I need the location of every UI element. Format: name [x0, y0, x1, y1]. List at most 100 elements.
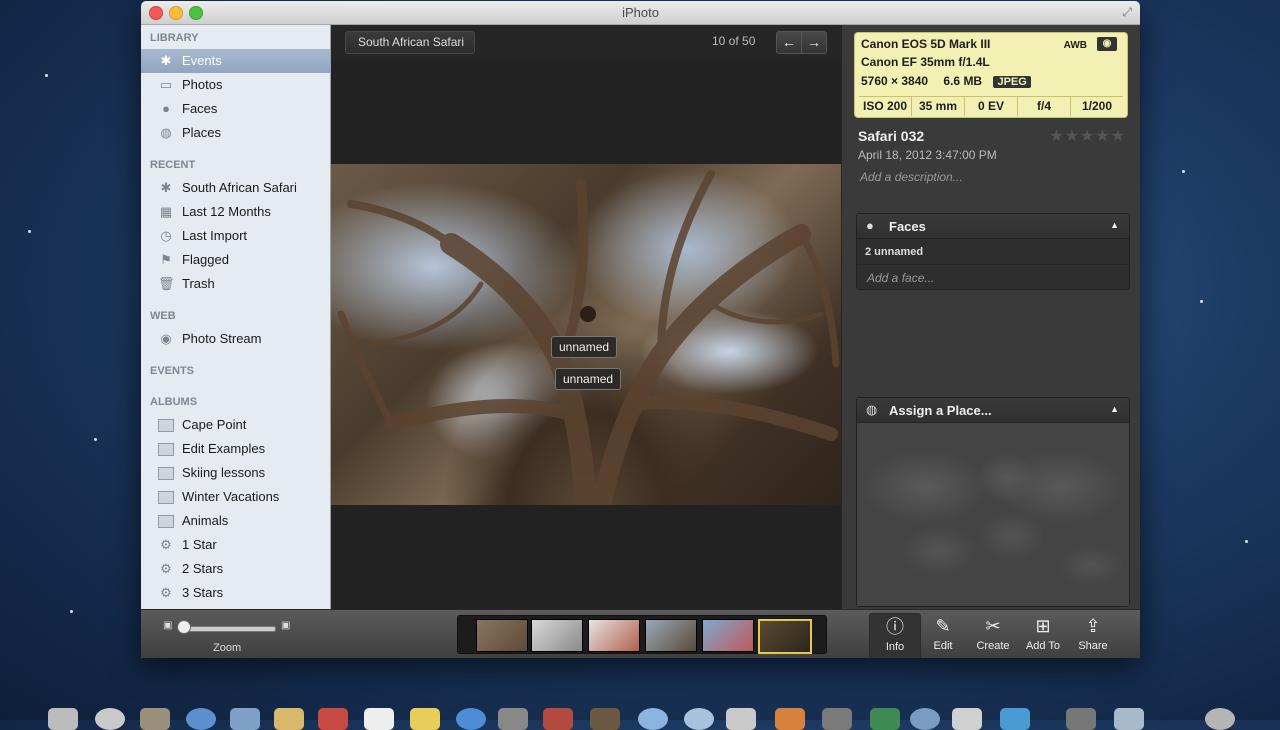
dock-app-store-icon[interactable]	[456, 708, 486, 730]
filmstrip-thumbnail[interactable]	[476, 619, 528, 652]
photo-date[interactable]: April 18, 2012 3:47:00 PM	[858, 148, 997, 162]
zoom-slider[interactable]	[184, 626, 276, 632]
star-decoration	[1200, 300, 1203, 303]
clock-icon: ◷	[160, 228, 172, 243]
faces-panel-header[interactable]: ● Faces ▲	[857, 214, 1129, 239]
dock-app-icon[interactable]	[543, 708, 573, 730]
dock-app-icon[interactable]	[498, 708, 528, 730]
filmstrip[interactable]	[457, 615, 827, 654]
dock-app-icon[interactable]	[140, 708, 170, 730]
dock-app-icon[interactable]	[910, 708, 940, 730]
sidebar-item-winter-vacations[interactable]: Winter Vacations	[141, 485, 330, 509]
dock-iphoto-icon[interactable]	[590, 708, 620, 730]
next-arrow-icon[interactable]: →	[801, 31, 827, 54]
dock-app-icon[interactable]	[1066, 708, 1096, 730]
sidebar-item-faces[interactable]: ● Faces	[141, 97, 330, 121]
exposure-bias: 0 EV	[965, 97, 1018, 116]
tool-label: Share	[1078, 640, 1108, 652]
create-button[interactable]: ✂ Create	[968, 613, 1018, 657]
star-decoration	[70, 610, 73, 613]
sidebar-item-photos[interactable]: ▭ Photos	[141, 73, 330, 97]
sidebar-item-places[interactable]: ◍ Places	[141, 121, 330, 145]
zoom-in-icon[interactable]: ▣	[281, 620, 290, 631]
fullscreen-icon[interactable]: ⤢	[1122, 5, 1132, 20]
dock-app-icon[interactable]	[1114, 708, 1144, 730]
sidebar-item-south-african-safari[interactable]: ✱ South African Safari	[141, 176, 330, 200]
dock-trash-icon[interactable]	[1205, 708, 1235, 730]
sidebar-item-cape-point[interactable]: Cape Point	[141, 413, 330, 437]
filmstrip-thumbnail[interactable]	[645, 619, 697, 652]
face-tag-label[interactable]: unnamed	[551, 336, 618, 358]
sidebar-item-skiing-lessons[interactable]: Skiing lessons	[141, 461, 330, 485]
title-bar[interactable]: iPhoto ⤢	[141, 1, 1140, 25]
info-button[interactable]: ⓘ Info	[869, 613, 921, 658]
sidebar-item-1-star[interactable]: ⚙ 1 Star	[141, 533, 330, 557]
sidebar-item-last-12-months[interactable]: ▦ Last 12 Months	[141, 200, 330, 224]
album-icon	[158, 465, 174, 481]
star-decoration	[1245, 540, 1248, 543]
sidebar-item-2-stars[interactable]: ⚙ 2 Stars	[141, 557, 330, 581]
breadcrumb-back-button[interactable]: South African Safari	[345, 31, 476, 54]
dock-app-icon[interactable]	[684, 708, 714, 730]
photo-counter: 10 of 50	[712, 34, 756, 48]
dock-calendar-icon[interactable]	[318, 708, 348, 730]
dock-app-icon[interactable]	[870, 708, 900, 730]
sidebar-item-events[interactable]: ✱ Events	[141, 49, 330, 73]
share-button[interactable]: ⇪ Share	[1068, 613, 1118, 657]
flag-icon: ⚑	[160, 252, 172, 267]
places-panel-header[interactable]: ◍ Assign a Place... ▲	[857, 398, 1129, 423]
face-tag-label[interactable]: unnamed	[555, 368, 622, 390]
add-to-button[interactable]: ⊞ Add To	[1018, 613, 1068, 657]
sidebar-item-edit-examples[interactable]: Edit Examples	[141, 437, 330, 461]
dock-launchpad-icon[interactable]	[95, 708, 125, 730]
sidebar-item-3-stars[interactable]: ⚙ 3 Stars	[141, 581, 330, 605]
sidebar-item-photo-stream[interactable]: ◉ Photo Stream	[141, 327, 330, 351]
collapse-arrow-icon[interactable]: ▲	[1110, 220, 1119, 230]
dock-notes-icon[interactable]	[410, 708, 440, 730]
sidebar-item-last-import[interactable]: ◷ Last Import	[141, 224, 330, 248]
dock-finder-icon[interactable]	[48, 708, 78, 730]
rating-stars[interactable]: ★★★★★	[1049, 126, 1126, 146]
world-map[interactable]	[857, 423, 1129, 606]
edit-button[interactable]: ✎ Edit	[918, 613, 968, 657]
filmstrip-thumbnail-selected[interactable]	[758, 619, 812, 654]
section-header-events[interactable]: EVENTS	[150, 365, 194, 377]
dock-app-icon[interactable]	[775, 708, 805, 730]
section-header-albums: ALBUMS	[150, 396, 198, 408]
dock-mail-icon[interactable]	[230, 708, 260, 730]
photo-title[interactable]: Safari 032	[858, 128, 924, 144]
sidebar-item-trash[interactable]: 🗑 Trash	[141, 272, 330, 296]
sidebar-item-label: Trash	[182, 276, 215, 291]
dock-itunes-icon[interactable]	[638, 708, 668, 730]
zoom-slider-knob[interactable]	[177, 620, 191, 634]
filmstrip-thumbnail[interactable]	[702, 619, 754, 652]
previous-arrow-icon[interactable]: ←	[776, 31, 802, 54]
dock-preview-icon[interactable]	[726, 708, 756, 730]
share-icon: ⇪	[1085, 616, 1101, 636]
dock-safari-icon[interactable]	[186, 708, 216, 730]
person-icon: ●	[866, 218, 874, 233]
add-face-field[interactable]: Add a face...	[867, 271, 934, 285]
faces-panel: ● Faces ▲ 2 unnamed Add a face...	[856, 213, 1130, 290]
globe-icon: ◍	[866, 402, 878, 417]
photo-image[interactable]: unnamed unnamed	[331, 164, 841, 505]
dock-app-icon[interactable]	[822, 708, 852, 730]
palm-tree-icon: ✱	[160, 53, 172, 68]
zoom-out-icon[interactable]: ▣	[163, 620, 172, 631]
dock-twitter-icon[interactable]	[1000, 708, 1030, 730]
dock-contacts-icon[interactable]	[274, 708, 304, 730]
collapse-arrow-icon[interactable]: ▲	[1110, 404, 1119, 414]
sidebar-item-label: Faces	[182, 101, 218, 116]
plus-icon: ⊞	[1035, 616, 1051, 636]
dock-app-icon[interactable]	[952, 708, 982, 730]
sidebar-item-label: 3 Stars	[182, 585, 224, 600]
filmstrip-thumbnail[interactable]	[588, 619, 640, 652]
sidebar-item-flagged[interactable]: ⚑ Flagged	[141, 248, 330, 272]
filmstrip-thumbnail[interactable]	[531, 619, 583, 652]
star-decoration	[94, 438, 97, 441]
globe-icon: ◍	[160, 125, 172, 140]
dock-reminders-icon[interactable]	[364, 708, 394, 730]
sidebar-item-animals[interactable]: Animals	[141, 509, 330, 533]
sidebar-item-label: Winter Vacations	[182, 489, 280, 504]
description-field[interactable]: Add a description...	[860, 170, 963, 184]
